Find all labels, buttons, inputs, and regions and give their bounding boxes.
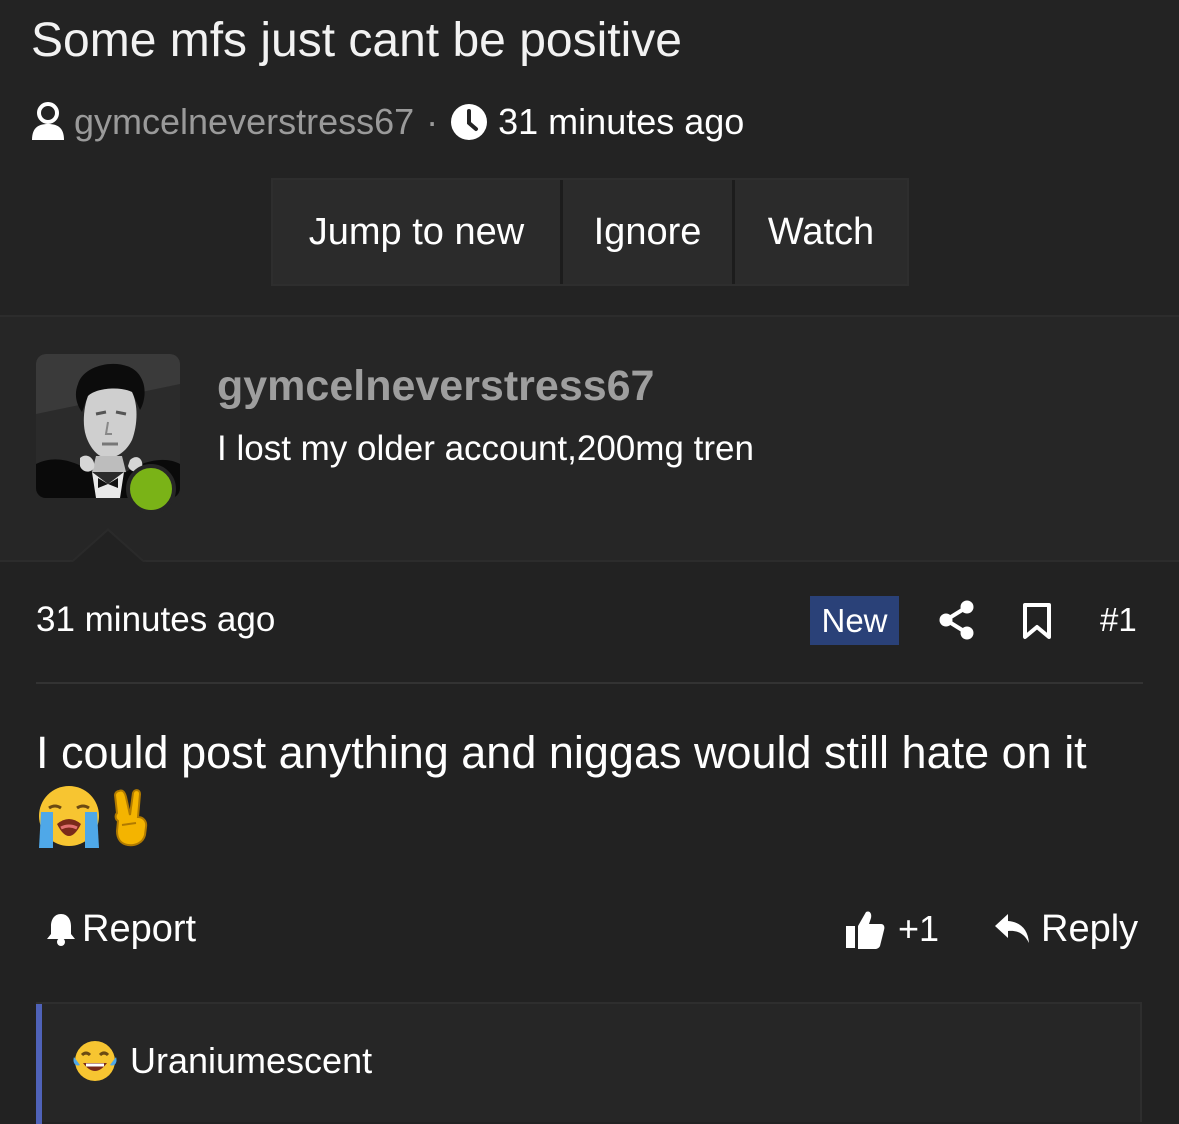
loudly-crying-face-icon [35, 784, 103, 850]
reply-arrow-icon [993, 912, 1031, 946]
post-number-link[interactable]: #1 [1100, 601, 1137, 639]
tears-of-joy-icon [72, 1039, 118, 1083]
victory-hand-icon [109, 787, 151, 847]
thread-header: Some mfs just cant be positive gymcelnev… [0, 0, 1179, 315]
thread-action-buttons: Jump to new Ignore Watch [271, 178, 909, 286]
meta-separator: · [426, 101, 439, 142]
reply-label: Reply [1041, 907, 1139, 950]
report-label: Report [82, 907, 197, 950]
share-icon[interactable] [939, 600, 975, 640]
report-button[interactable]: Report [46, 902, 196, 956]
new-badge: New [810, 596, 899, 645]
quote-user: Uraniumescent [72, 1038, 372, 1084]
thread-time[interactable]: 31 minutes ago [498, 101, 744, 143]
thread-meta: gymcelneverstress67 · 31 minutes ago [30, 98, 744, 146]
post-actions: Report +1 Reply [36, 902, 1143, 956]
quote-accent-bar [36, 1004, 42, 1124]
reply-button[interactable]: Reply [993, 902, 1138, 956]
thumbs-up-icon [844, 908, 886, 950]
post-author-title: I lost my older account,200mg tren [217, 429, 754, 468]
thread-author-link[interactable]: gymcelneverstress67 [74, 101, 414, 143]
post-body-text: I could post anything and niggas would s… [36, 727, 1087, 778]
ignore-button[interactable]: Ignore [563, 180, 735, 284]
thread-title: Some mfs just cant be positive [31, 14, 682, 67]
like-button[interactable]: +1 [844, 902, 939, 956]
post-time[interactable]: 31 minutes ago [36, 600, 275, 640]
jump-to-new-button[interactable]: Jump to new [273, 180, 563, 284]
quote-block: Uraniumescent [36, 1002, 1142, 1124]
watch-button[interactable]: Watch [735, 180, 907, 284]
bookmark-icon[interactable] [1022, 602, 1052, 640]
bell-icon [46, 912, 76, 946]
post-author-name[interactable]: gymcelneverstress67 [217, 362, 654, 411]
post-divider [36, 682, 1143, 684]
clock-icon [450, 103, 488, 141]
like-count: +1 [898, 908, 940, 949]
user-icon [30, 102, 66, 142]
post-user-block: gymcelneverstress67 I lost my older acco… [0, 317, 1179, 562]
online-status-indicator [126, 464, 176, 514]
post-emojis [35, 784, 151, 850]
quote-username[interactable]: Uraniumescent [130, 1040, 372, 1082]
post-meta: 31 minutes ago New #1 [36, 596, 1143, 646]
